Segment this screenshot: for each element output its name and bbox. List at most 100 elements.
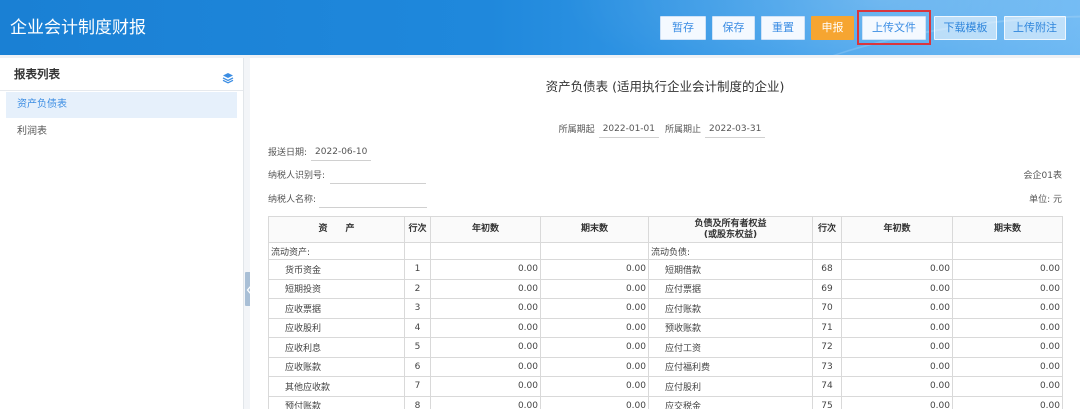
report-panel: 资产负债表 (适用执行企业会计制度的企业) 所属期起 2022-01-01 所属… — [250, 58, 1080, 409]
column-header-beginning: 年初数 — [841, 216, 953, 243]
asset-ending-cell[interactable]: 0.00 — [540, 395, 649, 409]
column-header-line-no: 行次 — [404, 216, 431, 243]
download-template-button[interactable]: 下载模板 — [934, 16, 997, 40]
empty-cell — [812, 242, 842, 260]
asset-name-cell: 其他应收款 — [268, 376, 405, 397]
upload-file-button[interactable]: 上传文件 — [862, 16, 926, 40]
asset-name-cell: 应收股利 — [268, 317, 405, 338]
liability-beginning-cell[interactable]: 0.00 — [841, 376, 953, 397]
liability-name-cell: 应付股利 — [648, 376, 813, 397]
liability-line-cell: 72 — [812, 337, 842, 358]
layers-icon[interactable] — [222, 69, 234, 84]
liability-beginning-cell[interactable]: 0.00 — [841, 259, 953, 280]
asset-ending-cell[interactable]: 0.00 — [540, 317, 649, 338]
save-draft-button[interactable]: 暂存 — [660, 16, 706, 40]
liability-ending-cell[interactable]: 0.00 — [952, 376, 1063, 397]
table-row: 其他应收款 7 0.00 0.00 应付股利 74 0.00 0.00 — [268, 376, 1063, 397]
asset-ending-cell[interactable]: 0.00 — [540, 298, 649, 319]
submit-date-label: 报送日期: — [268, 147, 308, 158]
liability-beginning-cell[interactable]: 0.00 — [841, 356, 953, 377]
sidebar-item-income-statement[interactable]: 利润表 — [6, 119, 237, 145]
column-header-ending: 期末数 — [540, 216, 649, 243]
table-row: 应收利息 5 0.00 0.00 应付工资 72 0.00 0.00 — [268, 337, 1063, 358]
liability-beginning-cell[interactable]: 0.00 — [841, 278, 953, 299]
liability-ending-cell[interactable]: 0.00 — [952, 337, 1063, 358]
liability-section-cell: 流动负债: — [648, 242, 813, 260]
submit-date-row: 报送日期: 2022-06-10 — [268, 144, 377, 161]
taxpayer-name-row: 纳税人名称: — [268, 192, 428, 208]
asset-beginning-cell[interactable]: 0.00 — [430, 395, 541, 409]
taxpayer-name-field[interactable] — [319, 192, 428, 208]
liability-ending-cell[interactable]: 0.00 — [952, 259, 1063, 280]
submit-date-field[interactable]: 2022-06-10 — [311, 144, 372, 161]
period-end-value: 2022-03-31 — [705, 121, 766, 138]
liability-line-cell: 69 — [812, 278, 842, 299]
liability-beginning-cell[interactable]: 0.00 — [841, 337, 953, 358]
asset-ending-cell[interactable]: 0.00 — [540, 259, 649, 280]
asset-beginning-cell[interactable]: 0.00 — [430, 259, 541, 280]
table-row: 应收账款 6 0.00 0.00 应付福利费 73 0.00 0.00 — [268, 356, 1063, 377]
liability-line-cell: 71 — [812, 317, 842, 338]
sidebar-item-balance-sheet[interactable]: 资产负债表 — [6, 92, 237, 118]
liability-ending-cell[interactable]: 0.00 — [952, 278, 1063, 299]
upload-notes-button[interactable]: 上传附注 — [1004, 16, 1066, 40]
liability-beginning-cell[interactable]: 0.00 — [841, 395, 953, 409]
sidebar-title: 报表列表 — [14, 67, 60, 81]
period-end-label: 所属期止 — [665, 124, 702, 135]
asset-ending-cell[interactable]: 0.00 — [540, 337, 649, 358]
asset-line-cell: 4 — [404, 317, 431, 338]
asset-line-cell: 3 — [404, 298, 431, 319]
column-header-liabilities-equity: 负债及所有者权益 (或股东权益) — [648, 216, 813, 243]
save-button[interactable]: 保存 — [712, 16, 755, 40]
taxpayer-id-field[interactable] — [330, 168, 427, 184]
asset-ending-cell[interactable]: 0.00 — [540, 376, 649, 397]
liability-ending-cell[interactable]: 0.00 — [952, 395, 1063, 409]
table-row: 应收票据 3 0.00 0.00 应付账款 70 0.00 0.00 — [268, 298, 1063, 319]
header-line: 负债及所有者权益 — [694, 218, 767, 229]
liability-ending-cell[interactable]: 0.00 — [952, 356, 1063, 377]
liability-name-cell: 应交税金 — [648, 395, 813, 409]
liability-beginning-cell[interactable]: 0.00 — [841, 317, 953, 338]
table-row: 应收股利 4 0.00 0.00 预收账款 71 0.00 0.00 — [268, 317, 1063, 338]
report-title: 资产负债表 (适用执行企业会计制度的企业) — [545, 79, 785, 94]
liability-beginning-cell[interactable]: 0.00 — [841, 298, 953, 319]
asset-beginning-cell[interactable]: 0.00 — [430, 298, 541, 319]
empty-cell — [841, 242, 953, 260]
sidebar-header: 报表列表 — [0, 58, 243, 91]
declare-button[interactable]: 申报 — [811, 16, 854, 40]
asset-beginning-cell[interactable]: 0.00 — [430, 376, 541, 397]
taxpayer-id-row: 纳税人识别号: — [268, 168, 427, 184]
asset-beginning-cell[interactable]: 0.00 — [430, 337, 541, 358]
asset-beginning-cell[interactable]: 0.00 — [430, 278, 541, 299]
liability-name-cell: 应付票据 — [648, 278, 813, 299]
empty-cell — [952, 242, 1063, 260]
sidebar: 报表列表 资产负债表 利润表 — [0, 58, 244, 409]
column-header-beginning: 年初数 — [430, 216, 541, 243]
liability-line-cell: 75 — [812, 395, 842, 409]
app-title: 企业会计制度财报 — [10, 18, 146, 38]
asset-name-cell: 预付账款 — [268, 395, 405, 409]
asset-name-cell: 应收账款 — [268, 356, 405, 377]
balance-sheet-table: 资 产 行次 年初数 期末数 负债及所有者权益 (或股东权益) 行次 年初数 期… — [268, 216, 1063, 409]
liability-line-cell: 70 — [812, 298, 842, 319]
liability-ending-cell[interactable]: 0.00 — [952, 298, 1063, 319]
taxpayer-id-label: 纳税人识别号: — [268, 171, 326, 181]
asset-ending-cell[interactable]: 0.00 — [540, 356, 649, 377]
asset-beginning-cell[interactable]: 0.00 — [430, 317, 541, 338]
asset-ending-cell[interactable]: 0.00 — [540, 278, 649, 299]
liability-name-cell: 应付工资 — [648, 337, 813, 358]
period-row: 所属期起 2022-01-01 所属期止 2022-03-31 — [268, 121, 1062, 138]
column-header-assets: 资 产 — [268, 216, 405, 243]
asset-beginning-cell[interactable]: 0.00 — [430, 356, 541, 377]
asset-name-cell: 应收票据 — [268, 298, 405, 319]
reset-button[interactable]: 重置 — [761, 16, 805, 40]
column-header-ending: 期末数 — [952, 216, 1063, 243]
asset-line-cell: 8 — [404, 395, 431, 409]
liability-name-cell: 应付福利费 — [648, 356, 813, 377]
liability-line-cell: 74 — [812, 376, 842, 397]
liability-line-cell: 73 — [812, 356, 842, 377]
liability-name-cell: 短期借款 — [648, 259, 813, 280]
liability-name-cell: 预收账款 — [648, 317, 813, 338]
liability-name-cell: 应付账款 — [648, 298, 813, 319]
liability-ending-cell[interactable]: 0.00 — [952, 317, 1063, 338]
